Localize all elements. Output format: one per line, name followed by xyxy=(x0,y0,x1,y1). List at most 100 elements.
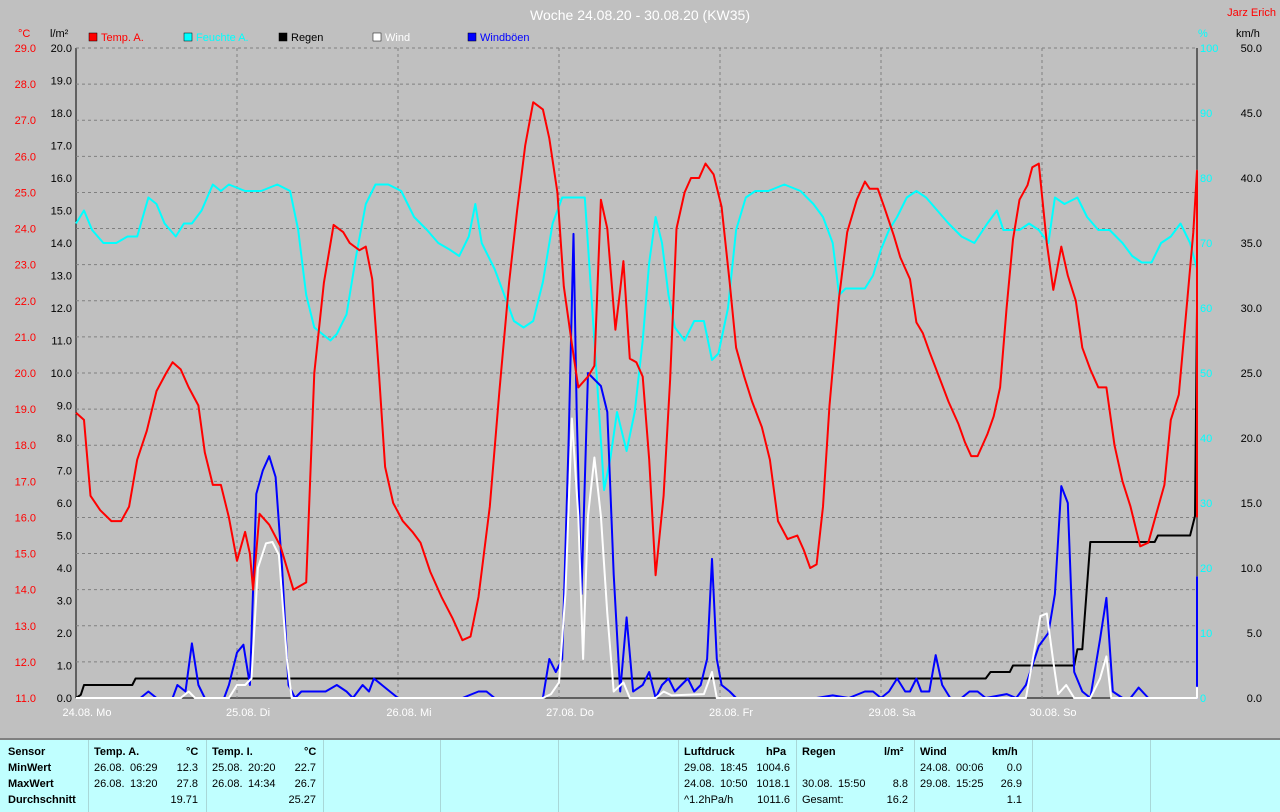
humidity-tick-label: 0 xyxy=(1200,693,1206,705)
rain-tick-label: 16.0 xyxy=(51,173,72,185)
rain-tick-label: 15.0 xyxy=(51,206,72,218)
humidity-tick-label: 10 xyxy=(1200,628,1212,640)
pressure-unit: hPa xyxy=(766,746,787,758)
pressure-max-value: 1018.1 xyxy=(756,778,790,790)
author-label: Jarz Erich xyxy=(1227,7,1276,19)
temp-i-min-value: 22.7 xyxy=(294,762,316,774)
series-gust-line xyxy=(76,232,1198,699)
rain-tick-label: 1.0 xyxy=(57,661,72,673)
rain-tick-label: 5.0 xyxy=(57,531,72,543)
humidity-tick-label: 30 xyxy=(1200,498,1212,510)
stats-panel: Sensor MinWert MaxWert Durchschnitt Temp… xyxy=(0,738,1280,812)
legend-swatch-temp xyxy=(88,32,98,42)
rain-tick-label: 10.0 xyxy=(51,368,72,380)
temp-i-max-time: 14:34 xyxy=(248,778,276,790)
rain-tick-label: 3.0 xyxy=(57,596,72,608)
legend-label-humidity: Feuchte A. xyxy=(196,32,249,44)
temp-tick-label: 22.0 xyxy=(15,296,36,308)
temp-tick-label: 27.0 xyxy=(15,115,36,127)
pressure-max-date: 24.08. xyxy=(684,778,715,790)
rain-max-value: 8.8 xyxy=(892,778,908,790)
wind-header: Wind xyxy=(920,746,947,758)
divider xyxy=(1150,740,1151,812)
divider xyxy=(558,740,559,812)
rain-header: Regen xyxy=(802,746,836,758)
temp-i-min-date: 25.08. xyxy=(212,762,243,774)
rain-unit-label: l/m² xyxy=(50,28,69,40)
humidity-tick-label: 80 xyxy=(1200,173,1212,185)
temp-i-avg-value: 25.27 xyxy=(288,794,316,806)
rain-tick-label: 6.0 xyxy=(57,498,72,510)
pressure-max-time: 10:50 xyxy=(720,778,748,790)
temp-tick-label: 11.0 xyxy=(15,693,36,705)
humidity-tick-label: 70 xyxy=(1200,238,1212,250)
day-tick-label: 25.08. Di xyxy=(226,707,270,719)
temp-i-min-time: 20:20 xyxy=(248,762,276,774)
wind-max-value: 26.9 xyxy=(1000,778,1022,790)
temp-tick-label: 19.0 xyxy=(15,404,36,416)
temp-unit-label: °C xyxy=(18,28,30,40)
temp-tick-label: 18.0 xyxy=(15,440,36,452)
rain-tick-label: 12.0 xyxy=(51,303,72,315)
humidity-tick-label: 20 xyxy=(1200,563,1212,575)
rain-tick-label: 18.0 xyxy=(51,108,72,120)
temp-tick-label: 25.0 xyxy=(15,187,36,199)
sensor-header: Sensor xyxy=(8,746,46,758)
legend-swatch-wind xyxy=(372,32,382,42)
rain-tick-label: 11.0 xyxy=(51,336,72,348)
wind-min-date: 24.08. xyxy=(920,762,951,774)
rain-tick-label: 0.0 xyxy=(57,693,72,705)
series-temp-line xyxy=(75,101,1198,642)
pressure-avg-value: 1011.6 xyxy=(757,794,790,806)
wind-tick-label: 20.0 xyxy=(1241,433,1262,445)
wind-max-date: 29.08. xyxy=(920,778,951,790)
rain-tick-label: 13.0 xyxy=(51,271,72,283)
rain-unit: l/m² xyxy=(884,746,904,758)
series-lines xyxy=(75,101,1198,699)
wind-avg-value: 1.1 xyxy=(1006,794,1022,806)
series-rain-line xyxy=(75,171,1198,699)
rain-tick-label: 14.0 xyxy=(51,238,72,250)
day-tick-label: 24.08. Mo xyxy=(63,707,112,719)
temp-tick-label: 15.0 xyxy=(15,549,36,561)
rain-tick-label: 17.0 xyxy=(51,141,72,153)
wind-tick-label: 25.0 xyxy=(1241,368,1262,380)
chart-title: Woche 24.08.20 - 30.08.20 (KW35) xyxy=(530,7,750,23)
day-tick-label: 26.08. Mi xyxy=(386,707,431,719)
temp-tick-label: 24.0 xyxy=(15,224,36,236)
wind-min-value: 0.0 xyxy=(1006,762,1022,774)
row-label-avg: Durchschnitt xyxy=(8,794,76,806)
temp-a-max-time: 13:20 xyxy=(130,778,158,790)
temp-i-unit: °C xyxy=(304,746,317,758)
wind-max-time: 15:25 xyxy=(956,778,984,790)
temp-i-max-date: 26.08. xyxy=(212,778,243,790)
day-tick-label: 30.08. So xyxy=(1029,707,1076,719)
temp-i-header: Temp. I. xyxy=(212,746,253,758)
divider xyxy=(323,740,324,812)
pressure-min-time: 18:45 xyxy=(720,762,748,774)
pressure-min-date: 29.08. xyxy=(684,762,715,774)
rain-tick-label: 2.0 xyxy=(57,628,72,640)
wind-tick-label: 30.0 xyxy=(1241,303,1262,315)
temp-a-avg-value: 19.71 xyxy=(170,794,198,806)
pressure-header: Luftdruck xyxy=(684,746,735,758)
temp-tick-label: 23.0 xyxy=(15,260,36,272)
temp-a-max-date: 26.08. xyxy=(94,778,125,790)
divider xyxy=(796,740,797,812)
pressure-trend-label: ^1.2hPa/h xyxy=(684,794,734,806)
temp-tick-label: 20.0 xyxy=(15,368,36,380)
day-tick-label: 28.08. Fr xyxy=(709,707,753,719)
temp-tick-label: 26.0 xyxy=(15,151,36,163)
row-label-min: MinWert xyxy=(8,762,52,774)
temp-a-max-value: 27.8 xyxy=(176,778,198,790)
grid xyxy=(76,47,1197,698)
legend-swatch-gusts xyxy=(467,32,477,42)
series-wind-line xyxy=(76,417,1198,699)
day-tick-label: 29.08. Sa xyxy=(868,707,916,719)
rain-total-label: Gesamt: xyxy=(802,794,844,806)
wind-min-time: 00:06 xyxy=(956,762,984,774)
wind-tick-label: 40.0 xyxy=(1241,173,1262,185)
wind-unit-label: km/h xyxy=(1236,28,1260,40)
rain-tick-label: 7.0 xyxy=(57,466,72,478)
temp-tick-label: 29.0 xyxy=(15,43,36,55)
